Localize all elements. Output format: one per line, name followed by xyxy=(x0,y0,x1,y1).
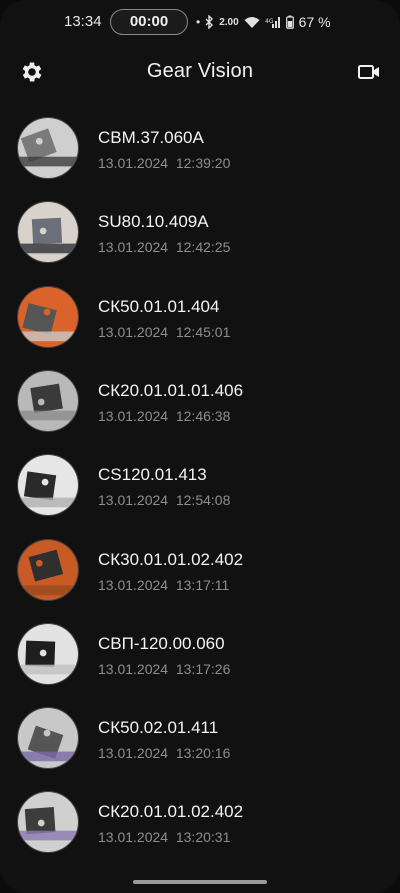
part-code: СВП-120.00.060 xyxy=(98,633,225,653)
part-code: СК50.01.01.404 xyxy=(98,296,220,316)
part-thumbnail xyxy=(17,201,79,264)
list-item[interactable]: СВМ.37.060А 13.01.2024 12:39:20 xyxy=(0,115,400,195)
part-thumbnail xyxy=(17,538,79,601)
capture-date: 13.01.2024 xyxy=(98,660,169,677)
list-item[interactable]: СВП-120.00.060 13.01.2024 13:17:26 xyxy=(0,621,400,701)
part-code: СК50.02.01.411 xyxy=(98,718,219,738)
capture-timestamp: 13.01.2024 13:20:31 xyxy=(98,829,230,845)
part-code: СК30.01.01.02.402 xyxy=(98,549,244,569)
bluetooth-icon xyxy=(205,15,214,29)
capture-date: 13.01.2024 xyxy=(98,829,169,846)
video-camera-icon[interactable] xyxy=(357,61,381,83)
capture-timestamp: 13.01.2024 12:54:08 xyxy=(98,492,230,508)
capture-timestamp: 13.01.2024 12:46:38 xyxy=(98,408,230,424)
network-speed: 2.00 xyxy=(219,16,239,28)
page-title: Gear Vision xyxy=(146,60,254,82)
status-icons: • 2.00 4G 67 % xyxy=(196,12,331,32)
list-item[interactable]: СК30.01.01.02.402 13.01.2024 13:17:11 xyxy=(0,537,400,617)
status-bar: 13:34 00:00 • 2.00 4G 67 % xyxy=(0,0,400,44)
capture-timestamp: 13.01.2024 12:45:01 xyxy=(98,324,230,340)
signal-icon: 4G xyxy=(265,17,280,28)
home-indicator[interactable] xyxy=(133,880,267,884)
list-item[interactable]: СК20.01.01.01.406 13.01.2024 12:46:38 xyxy=(0,368,400,448)
part-code: СК20.01.01.01.406 xyxy=(98,380,244,400)
battery-level: 67 % xyxy=(298,14,331,30)
capture-time: 13:20:16 xyxy=(175,745,231,762)
capture-date: 13.01.2024 xyxy=(98,745,169,762)
part-thumbnail xyxy=(17,285,79,348)
part-code: СК20.01.01.02.402 xyxy=(98,802,244,822)
capture-date: 13.01.2024 xyxy=(98,576,169,593)
part-thumbnail xyxy=(17,791,79,854)
list-item[interactable]: СК20.01.01.02.402 13.01.2024 13:20:31 xyxy=(0,789,400,869)
capture-date: 13.01.2024 xyxy=(98,407,169,424)
app-header: Gear Vision xyxy=(0,52,400,92)
part-thumbnail xyxy=(17,454,79,517)
list-item[interactable]: СК50.01.01.404 13.01.2024 12:45:01 xyxy=(0,284,400,364)
status-time: 13:34 xyxy=(64,13,102,30)
capture-timestamp: 13.01.2024 13:20:16 xyxy=(98,745,230,761)
list-item[interactable]: SU80.10.409А 13.01.2024 12:42:25 xyxy=(0,199,400,279)
battery-icon xyxy=(285,15,294,29)
capture-time: 12:46:38 xyxy=(175,407,231,424)
part-thumbnail xyxy=(17,117,79,179)
part-thumbnail xyxy=(17,707,79,770)
svg-text:4G: 4G xyxy=(265,18,274,25)
capture-timestamp: 13.01.2024 13:17:26 xyxy=(98,661,230,677)
capture-time: 12:39:20 xyxy=(175,155,231,171)
capture-timestamp: 13.01.2024 12:42:25 xyxy=(98,239,230,255)
capture-date: 13.01.2024 xyxy=(98,155,169,171)
list-item[interactable]: СК50.02.01.411 13.01.2024 13:20:16 xyxy=(0,705,400,785)
capture-time: 13:17:26 xyxy=(175,660,231,677)
capture-date: 13.01.2024 xyxy=(98,492,169,509)
part-thumbnail xyxy=(17,622,79,685)
capture-time: 13:17:11 xyxy=(175,576,230,593)
dot-icon: • xyxy=(196,15,201,29)
part-thumbnail xyxy=(17,369,79,432)
capture-date: 13.01.2024 xyxy=(98,239,169,256)
wifi-icon xyxy=(244,16,260,28)
capture-time: 12:54:08 xyxy=(175,492,231,509)
capture-timestamp: 13.01.2024 12:39:20 xyxy=(98,155,230,171)
capture-time: 12:45:01 xyxy=(175,323,231,340)
capture-timestamp: 13.01.2024 13:17:11 xyxy=(98,577,229,593)
part-code: CS120.01.413 xyxy=(98,465,207,485)
capture-time: 12:42:25 xyxy=(175,239,231,256)
capture-time: 13:20:31 xyxy=(175,829,231,846)
app-screen: 13:34 00:00 • 2.00 4G 67 % Gear Vision С… xyxy=(0,0,400,893)
capture-date: 13.01.2024 xyxy=(98,323,169,340)
part-code: СВМ.37.060А xyxy=(98,128,204,147)
list-item[interactable]: CS120.01.413 13.01.2024 12:54:08 xyxy=(0,452,400,532)
part-code: SU80.10.409А xyxy=(98,212,209,232)
call-timer-pill[interactable]: 00:00 xyxy=(110,9,188,35)
